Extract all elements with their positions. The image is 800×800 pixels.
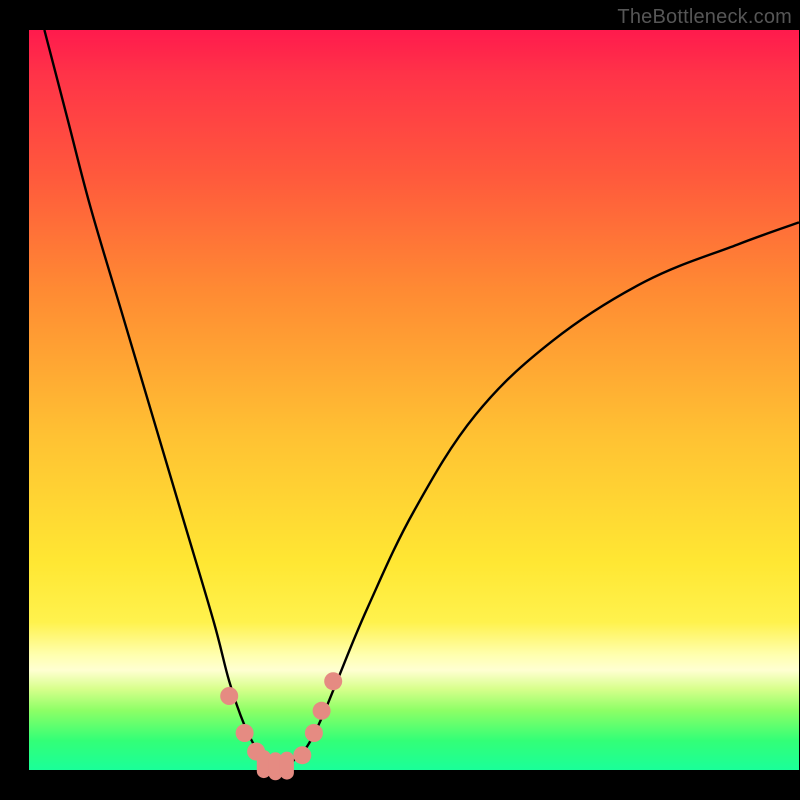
marker-bar-5	[280, 752, 294, 780]
marker-group	[220, 672, 342, 780]
plot-area	[29, 30, 799, 770]
marker-dot-6	[293, 746, 311, 764]
outer-frame: TheBottleneck.com	[0, 0, 800, 800]
curve-layer	[29, 30, 799, 770]
marker-dot-1	[236, 724, 254, 742]
bottleneck-curve	[44, 30, 799, 767]
marker-dot-0	[220, 687, 238, 705]
marker-dot-9	[324, 672, 342, 690]
marker-dot-7	[305, 724, 323, 742]
attribution-text: TheBottleneck.com	[617, 6, 792, 29]
marker-dot-8	[313, 702, 331, 720]
